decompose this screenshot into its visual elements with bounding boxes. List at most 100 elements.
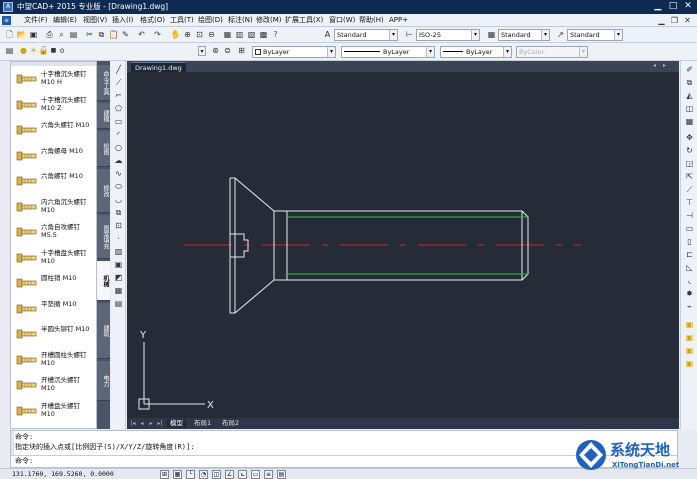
linetype-select[interactable]: ByLayer ▾ [341, 46, 435, 58]
insert-block-icon[interactable]: ⧉ [113, 207, 124, 218]
polyline-icon[interactable]: ⌐ [113, 90, 124, 101]
mleader-style-select[interactable]: Standard ▾ [567, 29, 623, 41]
break-icon[interactable]: ▯ [684, 236, 695, 247]
publish-icon[interactable]: ▤ [68, 29, 79, 40]
ellipse-arc-icon[interactable]: ◡ [113, 194, 124, 205]
palette-item[interactable]: 六角头螺钉 M10 [10, 118, 96, 142]
palette-item[interactable]: 开槽盘头螺钉 M10 [10, 399, 96, 423]
menu-tools[interactable]: 工具(T) [168, 15, 196, 26]
palette-item[interactable]: 六角自攻螺钉 M5.5 [10, 220, 96, 244]
draworder-under-icon[interactable]: ▣ [684, 358, 695, 369]
palette-item[interactable]: 十字槽沉头螺钉 M10 Z [10, 93, 96, 117]
save-icon[interactable]: ▣ [28, 29, 39, 40]
undo-icon[interactable]: ↶ [136, 29, 147, 40]
dynamic-input-icon[interactable]: ▭ [251, 470, 260, 479]
revision-cloud-icon[interactable]: ☁ [113, 155, 124, 166]
minimize-button[interactable]: ▁ [652, 1, 664, 12]
palette-tab[interactable]: 电力 [97, 361, 110, 401]
tool-palette-icon[interactable]: ▧ [246, 29, 257, 40]
make-current-layer-icon[interactable]: ⊛ [210, 45, 221, 56]
gradient-icon[interactable]: ▣ [113, 259, 124, 270]
mirror-icon[interactable]: ◭ [684, 90, 695, 101]
palette-tab[interactable]: 修改 [97, 169, 110, 213]
erase-icon[interactable]: ✐ [684, 64, 695, 75]
copy-icon[interactable]: ⧉ [96, 29, 107, 40]
palette-tab[interactable]: 机械 [97, 261, 110, 301]
palette-item[interactable]: 平垫圈 M10 [10, 297, 96, 321]
stretch-icon[interactable]: ⇱ [684, 171, 695, 182]
table-icon[interactable]: ▦ [113, 285, 124, 296]
layout-first-icon[interactable]: |◂ [129, 419, 137, 428]
palette-tab[interactable]: 命令工具 [97, 65, 110, 101]
palette-tab[interactable]: 建筑 [97, 303, 110, 359]
zoom-window-icon[interactable]: ⊡ [194, 29, 205, 40]
ellipse-icon[interactable]: ⬭ [113, 181, 124, 192]
polygon-icon[interactable]: ⬠ [113, 103, 124, 114]
palette-item[interactable]: 开槽沉头螺钉 M10 [10, 373, 96, 397]
offset-icon[interactable]: ◫ [684, 103, 695, 114]
object-snap-icon[interactable]: ◫ [212, 470, 221, 479]
draworder-front-icon[interactable]: ▣ [684, 319, 695, 330]
tab-layout1[interactable]: 布局1 [191, 419, 214, 428]
palette-tab[interactable]: 绘图 [97, 131, 110, 167]
layout-next-icon[interactable]: ▸ [147, 419, 155, 428]
draworder-back-icon[interactable]: ▣ [684, 332, 695, 343]
calculator-icon[interactable]: ▩ [258, 29, 269, 40]
pan-icon[interactable]: ✋ [170, 29, 181, 40]
ortho-mode-icon[interactable]: └ [186, 470, 195, 479]
command-grip[interactable] [11, 431, 14, 455]
new-file-icon[interactable]: 🗋 [4, 29, 15, 40]
layer-previous-icon[interactable]: ⊜ [222, 45, 233, 56]
menu-draw[interactable]: 绘图(D) [196, 15, 225, 26]
lineweight-select[interactable]: ByLayer ▾ [440, 46, 512, 58]
construction-line-icon[interactable]: ⟋ [113, 77, 124, 88]
menu-extension-tools[interactable]: 扩展工具(X) [283, 15, 325, 26]
menu-edit[interactable]: 编辑(E) [51, 15, 79, 26]
point-icon[interactable]: · [113, 233, 124, 244]
palette-item[interactable]: 六角螺钉 M10 [10, 169, 96, 193]
make-block-icon[interactable]: ⊡ [113, 220, 124, 231]
spline-icon[interactable]: ∿ [113, 168, 124, 179]
zoom-realtime-icon[interactable]: ⊕ [182, 29, 193, 40]
explode-icon[interactable]: ✸ [684, 288, 695, 299]
palette-item[interactable]: 十字槽沉头螺钉 M10 H [10, 67, 96, 91]
layout-prev-icon[interactable]: ◂ [138, 419, 146, 428]
document-tab[interactable]: Drawing1.dwg [131, 62, 186, 72]
dynamic-ucs-icon[interactable]: ⊾ [238, 470, 247, 479]
menu-window[interactable]: 窗口(W) [327, 15, 357, 26]
tab-scroll-left-icon[interactable]: ◂ [653, 62, 656, 69]
help-icon[interactable]: ? [270, 29, 281, 40]
edit-polyline-icon[interactable]: ⌁ [684, 301, 695, 312]
document-menu-icon[interactable]: ≡ [2, 16, 11, 25]
properties-icon[interactable]: ▦ [222, 29, 233, 40]
match-properties-icon[interactable]: ✎ [120, 29, 131, 40]
zoom-previous-icon[interactable]: ⊖ [206, 29, 217, 40]
text-style-select[interactable]: Standard ▾ [334, 29, 398, 41]
layout-last-icon[interactable]: ▸| [156, 419, 164, 428]
close-button[interactable]: ✕ [682, 1, 694, 12]
menu-view[interactable]: 视图(V) [81, 15, 109, 26]
menu-help[interactable]: 帮助(H) [357, 15, 386, 26]
palette-item[interactable]: 十字槽盘头螺钉 M10 [10, 246, 96, 270]
redo-icon[interactable]: ↷ [152, 29, 163, 40]
break-at-point-icon[interactable]: ▭ [684, 223, 695, 234]
extend-icon[interactable]: ⊣ [684, 210, 695, 221]
lineweight-display-icon[interactable]: ≡ [264, 470, 273, 479]
print-preview-icon[interactable]: ⌕ [56, 29, 67, 40]
arc-icon[interactable]: ◜ [113, 129, 124, 140]
menu-app-plus[interactable]: APP+ [387, 15, 410, 26]
polar-tracking-icon[interactable]: ◔ [199, 470, 208, 479]
layer-match-icon[interactable]: ⊞ [236, 45, 247, 56]
menu-dimension[interactable]: 标注(N) [226, 15, 255, 26]
cut-icon[interactable]: ✂ [84, 29, 95, 40]
array-icon[interactable]: ▦ [684, 116, 695, 127]
table-style-select[interactable]: Standard ▾ [498, 29, 550, 41]
hatch-icon[interactable]: ▨ [113, 246, 124, 257]
region-icon[interactable]: ◩ [113, 272, 124, 283]
tab-model[interactable]: 模型 [167, 419, 186, 428]
tab-scroll-right-icon[interactable]: ▸ [663, 62, 666, 69]
drawing-canvas[interactable]: Y X [127, 72, 679, 418]
copy-object-icon[interactable]: ⧉ [684, 77, 695, 88]
palette-item[interactable]: 半圆头铆钉 M10 [10, 322, 96, 346]
palette-tab[interactable]: 图案填充 [97, 215, 110, 259]
